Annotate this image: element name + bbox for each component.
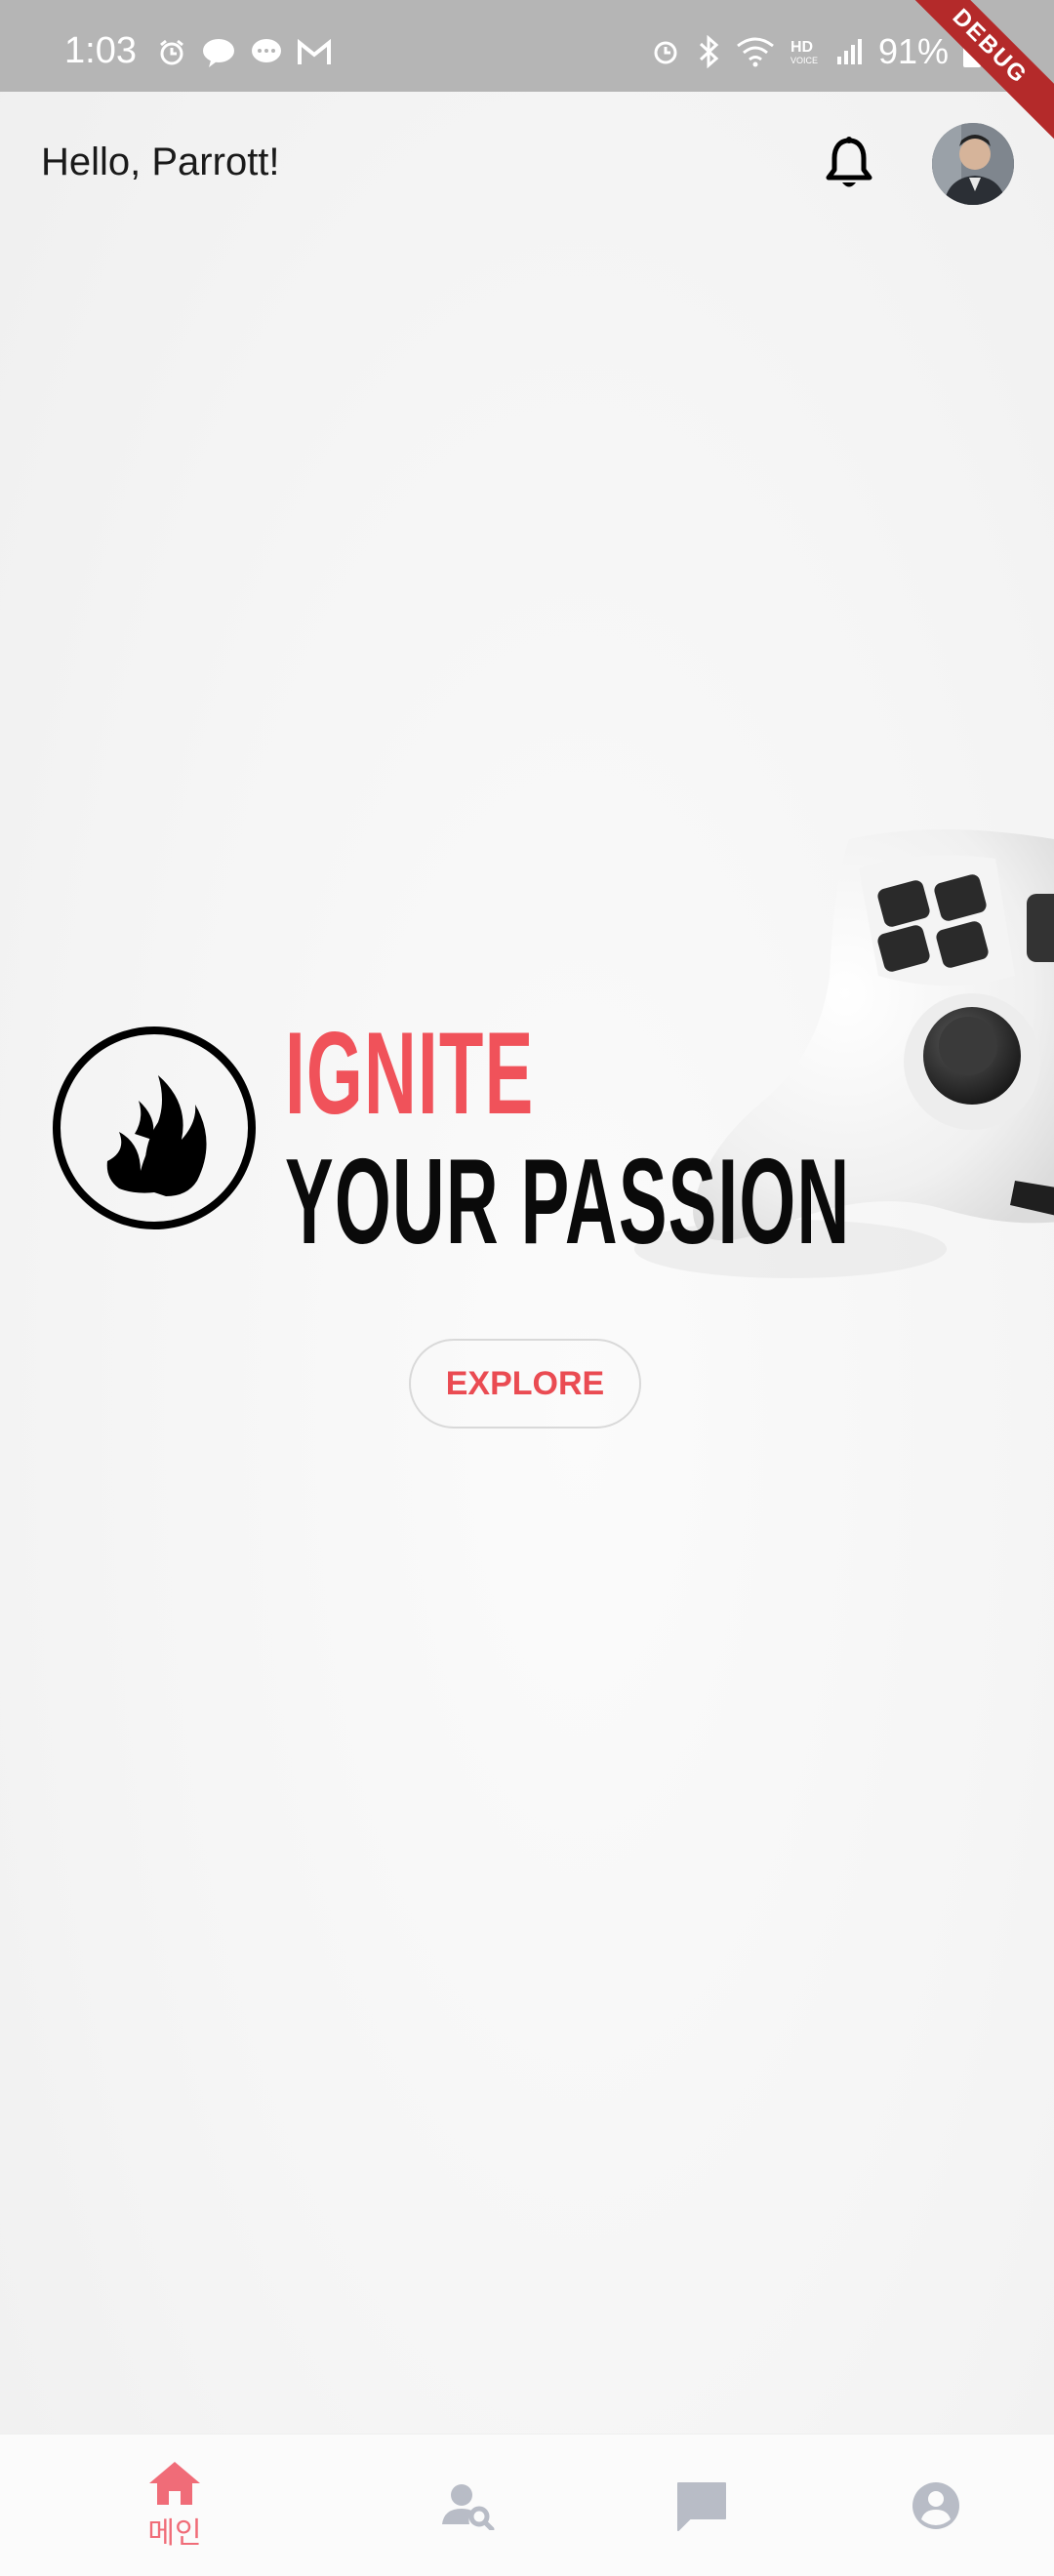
chat-bubble-icon [250, 37, 283, 68]
bottom-navigation-bar: 메인 [0, 2434, 1054, 2576]
alarm-icon [650, 36, 681, 67]
nav-item-chat[interactable] [633, 2435, 770, 2576]
hero-logo: IGNITE YOUR PASSION [51, 1015, 910, 1268]
hd-voice-icon: HD VOICE [789, 36, 822, 67]
status-right-icons: HD VOICE 91% [650, 31, 982, 72]
app-screen: 1:03 HD VOICE 91% DEBUG Hello, Parrott! … [0, 0, 1054, 2576]
profile-avatar[interactable] [932, 123, 1014, 205]
status-time: 1:03 [64, 30, 137, 71]
notification-button[interactable] [822, 135, 876, 193]
account-icon [912, 2482, 959, 2529]
nav-item-home[interactable]: 메인 [106, 2435, 243, 2576]
hero-title-passion: YOUR PASSION [285, 1135, 851, 1269]
battery-percentage: 91% [877, 31, 949, 71]
nav-item-user-search[interactable] [399, 2435, 536, 2576]
avatar-image [932, 123, 1014, 205]
wifi-icon [736, 36, 775, 67]
chat-icon [677, 2482, 726, 2531]
home-icon [149, 2462, 200, 2505]
bluetooth-icon [695, 35, 722, 68]
greeting-text: Hello, Parrott! [41, 141, 280, 183]
nav-label-home: 메인 [147, 2516, 202, 2551]
signal-icon [835, 37, 865, 66]
gmail-icon [297, 39, 332, 66]
explore-button[interactable]: EXPLORE [409, 1339, 641, 1429]
talk-icon [201, 37, 236, 68]
status-bar: 1:03 HD VOICE 91% DEBUG [0, 0, 1054, 151]
hero-title-ignite: IGNITE [285, 1008, 535, 1139]
bell-icon [826, 137, 872, 187]
status-left-icons [156, 37, 332, 68]
nav-item-account[interactable] [868, 2435, 1004, 2576]
svg-text:VOICE: VOICE [790, 56, 818, 65]
user-search-icon [442, 2484, 495, 2530]
alarm-icon [156, 37, 187, 68]
flame-emblem-icon [53, 1026, 256, 1229]
app-bar: Hello, Parrott! [0, 92, 1054, 238]
svg-text:HD: HD [790, 39, 813, 56]
